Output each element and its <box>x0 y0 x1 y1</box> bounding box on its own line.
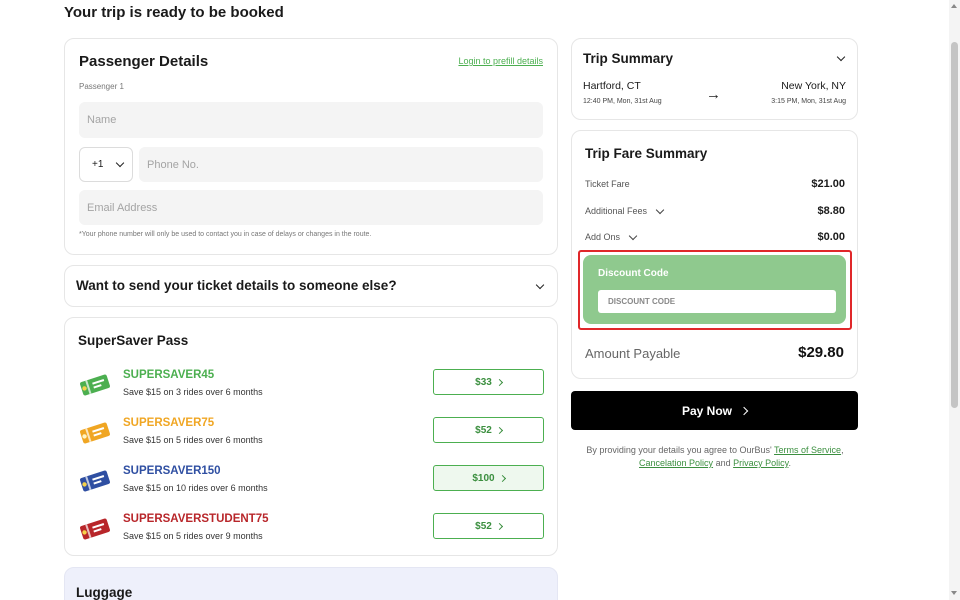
pass-price: $52 <box>475 520 492 532</box>
pass-price: $33 <box>475 376 492 388</box>
fare-summary-heading: Trip Fare Summary <box>585 146 708 161</box>
trip-summary-card[interactable]: Trip Summary Hartford, CT 12:40 PM, Mon,… <box>571 38 858 120</box>
pass-price: $52 <box>475 424 492 436</box>
pass-name: SUPERSAVER150 <box>123 465 221 477</box>
terms-suffix: . <box>788 458 791 468</box>
supersaver-heading: SuperSaver Pass <box>78 333 189 348</box>
terms-separator: , <box>841 445 844 455</box>
ticket-icon <box>80 422 110 444</box>
arrival-time: 3:15 PM, Mon, 31st Aug <box>771 98 846 105</box>
pass-name: SUPERSAVERSTUDENT75 <box>123 513 269 525</box>
chevron-right-icon <box>495 426 503 434</box>
pay-now-label: Pay Now <box>681 403 732 418</box>
trip-summary-heading: Trip Summary <box>583 51 674 66</box>
privacy-policy-link[interactable]: Privacy Policy <box>733 458 788 468</box>
send-ticket-accordion[interactable]: Want to send your ticket details to some… <box>64 265 558 307</box>
terms-notice: By providing your details you agree to O… <box>586 444 844 470</box>
terms-of-service-link[interactable]: Terms of Service <box>774 445 841 455</box>
pass-name: SUPERSAVER75 <box>123 417 215 429</box>
supersaver-pass-card: SuperSaver Pass SUPERSAVER45 Save $15 on… <box>64 317 558 556</box>
email-input[interactable] <box>79 190 543 225</box>
select-pass-button[interactable]: $52 <box>433 417 544 443</box>
pay-now-button[interactable]: Pay Now <box>571 391 858 430</box>
scroll-down-icon[interactable] <box>951 591 957 595</box>
cancelation-policy-link[interactable]: Cancelation Policy <box>639 458 713 468</box>
pass-description: Save $15 on 5 rides over 9 months <box>123 531 263 541</box>
discount-code-box: Discount Code <box>583 255 846 324</box>
amount-payable-label: Amount Payable <box>585 346 681 361</box>
pass-price: $100 <box>472 472 495 484</box>
fare-row-add-ons[interactable]: Add Ons $0.00 <box>585 231 845 246</box>
fare-value: $21.00 <box>811 178 845 190</box>
page-scrollbar[interactable] <box>949 0 960 600</box>
chevron-right-icon <box>495 378 503 386</box>
ticket-icon <box>80 470 110 492</box>
chevron-right-icon <box>498 474 506 482</box>
arrow-right-icon: → <box>706 86 721 103</box>
name-input[interactable] <box>79 102 543 138</box>
country-code-value: +1 <box>92 159 104 170</box>
scroll-up-icon[interactable] <box>951 4 957 8</box>
phone-input[interactable] <box>139 147 543 182</box>
passenger-label: Passenger 1 <box>79 82 124 91</box>
fare-row-additional-fees[interactable]: Additional Fees $8.80 <box>585 205 845 220</box>
pass-description: Save $15 on 3 rides over 6 months <box>123 387 263 397</box>
chevron-down-icon[interactable] <box>655 205 665 215</box>
country-code-select[interactable]: +1 <box>79 147 133 182</box>
pass-name: SUPERSAVER45 <box>123 369 215 381</box>
terms-prefix: By providing your details you agree to O… <box>586 445 775 455</box>
chevron-down-icon[interactable] <box>628 231 638 241</box>
fare-summary-card: Trip Fare Summary Ticket Fare $21.00 Add… <box>571 130 858 379</box>
fare-label: Add Ons <box>585 232 621 242</box>
passenger-details-card: Passenger Details Login to prefill detai… <box>64 38 558 255</box>
chevron-down-icon <box>535 280 545 290</box>
destination-city: New York, NY <box>781 80 846 92</box>
chevron-down-icon[interactable] <box>836 52 846 62</box>
fare-label: Ticket Fare <box>585 179 630 189</box>
origin-city: Hartford, CT <box>583 80 641 92</box>
send-ticket-label: Want to send your ticket details to some… <box>76 278 397 293</box>
chevron-right-icon <box>495 522 503 530</box>
ticket-icon <box>80 518 110 540</box>
terms-separator: and <box>713 458 734 468</box>
luggage-heading: Luggage <box>76 585 133 600</box>
select-pass-button[interactable]: $33 <box>433 369 544 395</box>
fare-label: Additional Fees <box>585 206 648 216</box>
login-prefill-link[interactable]: Login to prefill details <box>458 56 543 66</box>
select-pass-button[interactable]: $100 <box>433 465 544 491</box>
luggage-card[interactable]: Luggage <box>64 567 558 600</box>
select-pass-button[interactable]: $52 <box>433 513 544 539</box>
chevron-right-icon <box>739 406 749 415</box>
scroll-thumb[interactable] <box>951 42 958 408</box>
page-title: Your trip is ready to be booked <box>64 4 284 21</box>
departure-time: 12:40 PM, Mon, 31st Aug <box>583 98 662 105</box>
discount-highlight: Discount Code <box>578 250 852 330</box>
pass-description: Save $15 on 5 rides over 6 months <box>123 435 263 445</box>
pass-row: SUPERSAVER45 Save $15 on 3 rides over 6 … <box>78 369 544 403</box>
fare-row-ticket: Ticket Fare $21.00 <box>585 178 845 193</box>
ticket-icon <box>80 374 110 396</box>
discount-code-input[interactable] <box>598 290 836 313</box>
fare-value: $8.80 <box>817 205 845 217</box>
chevron-down-icon <box>115 158 125 168</box>
pass-row: SUPERSAVER75 Save $15 on 5 rides over 6 … <box>78 417 544 451</box>
passenger-details-heading: Passenger Details <box>79 53 209 70</box>
fare-value: $0.00 <box>817 231 845 243</box>
pass-description: Save $15 on 10 rides over 6 months <box>123 483 268 493</box>
discount-code-title: Discount Code <box>598 268 669 279</box>
pass-row: SUPERSAVER150 Save $15 on 10 rides over … <box>78 465 544 499</box>
amount-payable-value: $29.80 <box>798 344 844 361</box>
phone-usage-note: *Your phone number will only be used to … <box>79 231 372 238</box>
pass-row: SUPERSAVERSTUDENT75 Save $15 on 5 rides … <box>78 513 544 547</box>
